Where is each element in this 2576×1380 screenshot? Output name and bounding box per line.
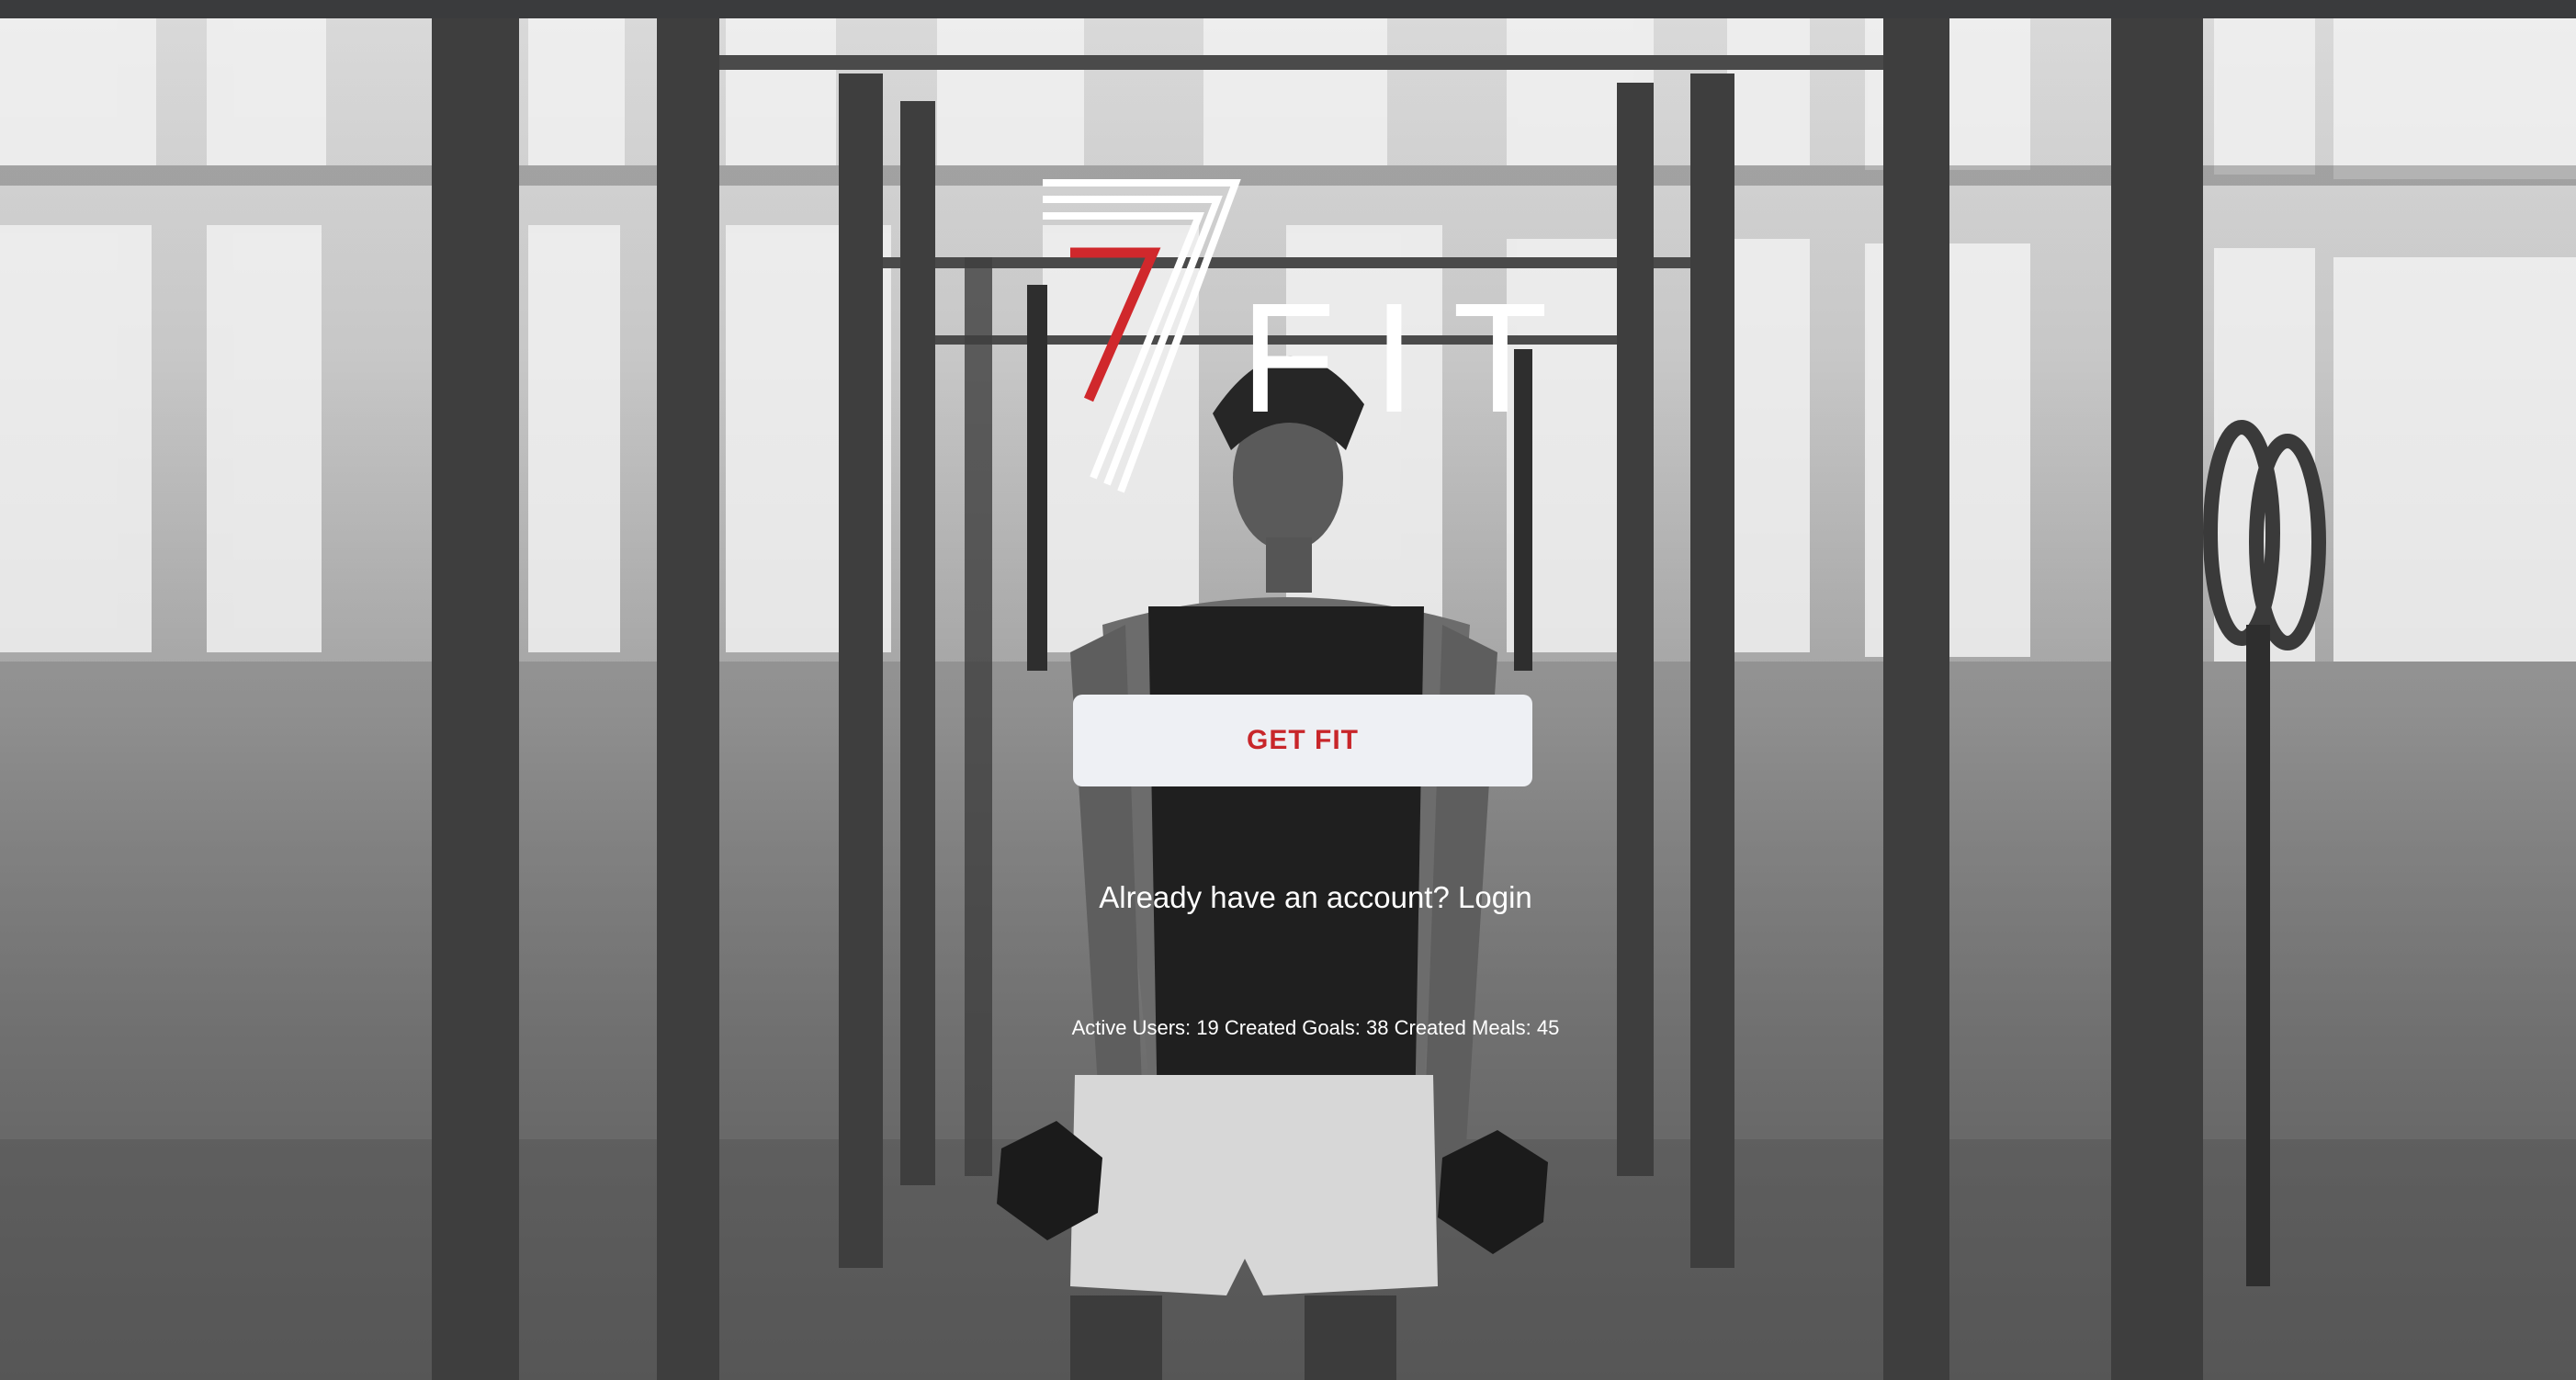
site-stats: Active Users: 19 Created Goals: 38 Creat… <box>919 1016 1712 1040</box>
brand-wordmark: FIT <box>1240 271 1585 446</box>
browser-top-bar <box>0 0 2576 18</box>
created-goals-label: Created Goals: <box>1224 1016 1361 1039</box>
get-fit-button[interactable]: GET FIT <box>1073 695 1532 786</box>
hero-background: FIT GET FIT Already have an account? Log… <box>0 18 2576 1380</box>
created-goals-count: 38 <box>1366 1016 1389 1039</box>
login-prompt-text: Already have an account? <box>1099 880 1450 914</box>
login-prompt: Already have an account? Login <box>919 880 1712 915</box>
created-meals-count: 45 <box>1536 1016 1560 1039</box>
active-users-label: Active Users: <box>1071 1016 1192 1039</box>
created-meals-label: Created Meals: <box>1394 1016 1531 1039</box>
active-users-count: 19 <box>1196 1016 1219 1039</box>
login-link[interactable]: Login <box>1458 880 1532 914</box>
